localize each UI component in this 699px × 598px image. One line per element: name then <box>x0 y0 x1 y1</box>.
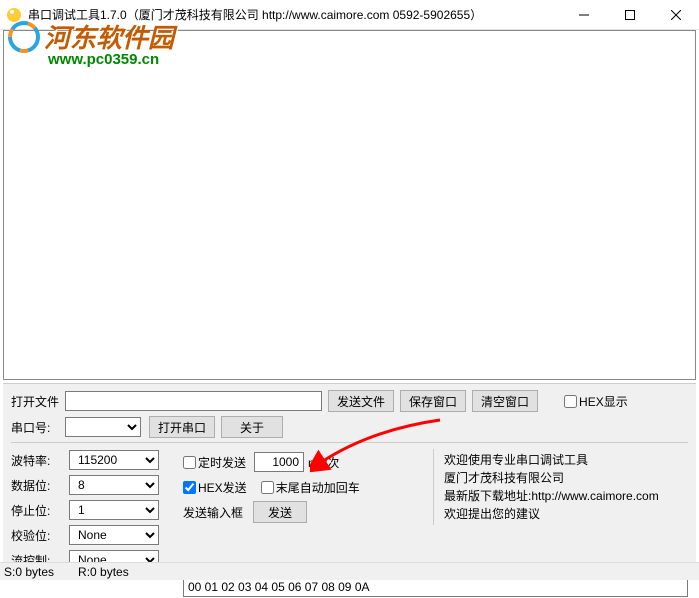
open-port-button[interactable]: 打开串口 <box>149 416 215 438</box>
auto-cr-checkbox[interactable] <box>261 481 274 494</box>
timed-send-checkbox[interactable] <box>183 456 196 469</box>
save-window-button[interactable]: 保存窗口 <box>400 390 466 412</box>
control-panel: 打开文件 发送文件 保存窗口 清空窗口 HEX显示 串口号: 打开串口 关于 波… <box>3 383 696 562</box>
hex-show-checkbox[interactable] <box>564 395 577 408</box>
baud-label: 波特率: <box>11 452 69 469</box>
titlebar: 串口调试工具1.7.0（厦门才茂科技有限公司 http://www.caimor… <box>0 0 699 30</box>
info-line-4: 欢迎提出您的建议 <box>444 505 688 523</box>
send-input-label: 发送输入框 <box>183 504 243 521</box>
port-label: 串口号: <box>11 419 65 436</box>
info-line-2: 厦门才茂科技有限公司 <box>444 469 688 487</box>
port-select[interactable] <box>65 417 141 437</box>
about-button[interactable]: 关于 <box>221 416 283 438</box>
minimize-button[interactable] <box>561 0 607 30</box>
app-icon <box>6 7 22 23</box>
separator <box>11 442 688 443</box>
send-data-input[interactable] <box>183 577 688 597</box>
interval-unit: ms/次 <box>308 454 339 471</box>
stopbits-label: 停止位: <box>11 502 69 519</box>
receive-textarea[interactable] <box>3 30 696 380</box>
info-line-1: 欢迎使用专业串口调试工具 <box>444 451 688 469</box>
close-button[interactable] <box>653 0 699 30</box>
status-bar: S:0 bytes R:0 bytes <box>0 562 699 580</box>
info-box: 欢迎使用专业串口调试工具 厦门才茂科技有限公司 最新版下载地址:http://w… <box>433 449 688 525</box>
stopbits-select[interactable]: 1 <box>69 500 159 520</box>
open-file-label: 打开文件 <box>11 393 65 410</box>
parity-select[interactable]: None <box>69 525 159 545</box>
maximize-button[interactable] <box>607 0 653 30</box>
hex-show-label: HEX显示 <box>579 393 628 410</box>
timed-send-label: 定时发送 <box>198 454 246 471</box>
interval-input[interactable] <box>254 452 304 472</box>
status-sent: S:0 bytes <box>4 565 54 579</box>
send-file-button[interactable]: 发送文件 <box>328 390 394 412</box>
auto-cr-label: 末尾自动加回车 <box>276 479 360 496</box>
databits-label: 数据位: <box>11 477 69 494</box>
file-path-input[interactable] <box>65 391 322 411</box>
hex-send-label: HEX发送 <box>198 479 247 496</box>
status-received: R:0 bytes <box>78 565 129 579</box>
info-line-3: 最新版下载地址:http://www.caimore.com <box>444 487 688 505</box>
window-title: 串口调试工具1.7.0（厦门才茂科技有限公司 http://www.caimor… <box>28 6 561 23</box>
parity-label: 校验位: <box>11 527 69 544</box>
baud-select[interactable]: 115200 <box>69 450 159 470</box>
send-button[interactable]: 发送 <box>253 501 307 523</box>
clear-window-button[interactable]: 清空窗口 <box>472 390 538 412</box>
hex-send-checkbox[interactable] <box>183 481 196 494</box>
databits-select[interactable]: 8 <box>69 475 159 495</box>
